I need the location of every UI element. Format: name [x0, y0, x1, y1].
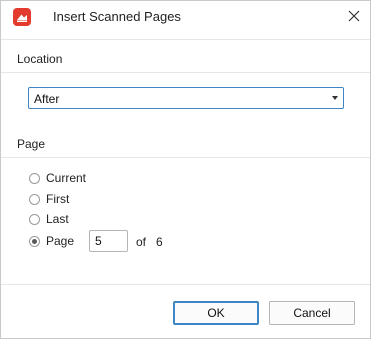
title-divider: [1, 39, 370, 40]
scanner-app-icon: [13, 8, 31, 26]
page-divider: [1, 157, 370, 158]
radio-last-label: Last: [46, 212, 69, 226]
of-label: of: [136, 235, 147, 249]
location-section-label: Location: [17, 52, 63, 66]
radio-first-circle[interactable]: [29, 193, 40, 205]
chevron-down-icon: [332, 96, 338, 100]
radio-last-circle[interactable]: [29, 213, 40, 225]
location-divider: [1, 72, 370, 73]
radio-last[interactable]: Last: [29, 211, 69, 227]
radio-page[interactable]: Page: [29, 233, 74, 249]
close-button[interactable]: [342, 4, 366, 28]
location-select[interactable]: After: [28, 87, 344, 109]
location-select-value: After: [34, 92, 60, 106]
ok-button[interactable]: OK: [173, 301, 259, 325]
radio-current[interactable]: Current: [29, 170, 86, 186]
insert-scanned-pages-dialog: Insert Scanned Pages Location After Page…: [0, 0, 371, 339]
radio-first[interactable]: First: [29, 191, 69, 207]
close-icon: [348, 10, 360, 22]
radio-first-label: First: [46, 192, 70, 206]
page-section-label: Page: [17, 137, 46, 151]
footer-divider: [1, 284, 370, 285]
cancel-button[interactable]: Cancel: [269, 301, 355, 325]
radio-page-label: Page: [46, 234, 75, 248]
radio-current-circle[interactable]: [29, 172, 40, 184]
title-bar: Insert Scanned Pages: [1, 1, 370, 31]
page-number-input[interactable]: [89, 230, 128, 252]
dialog-title: Insert Scanned Pages: [53, 9, 181, 24]
radio-page-circle[interactable]: [29, 235, 40, 247]
radio-current-label: Current: [46, 171, 87, 185]
total-pages-label: 6: [156, 235, 163, 249]
